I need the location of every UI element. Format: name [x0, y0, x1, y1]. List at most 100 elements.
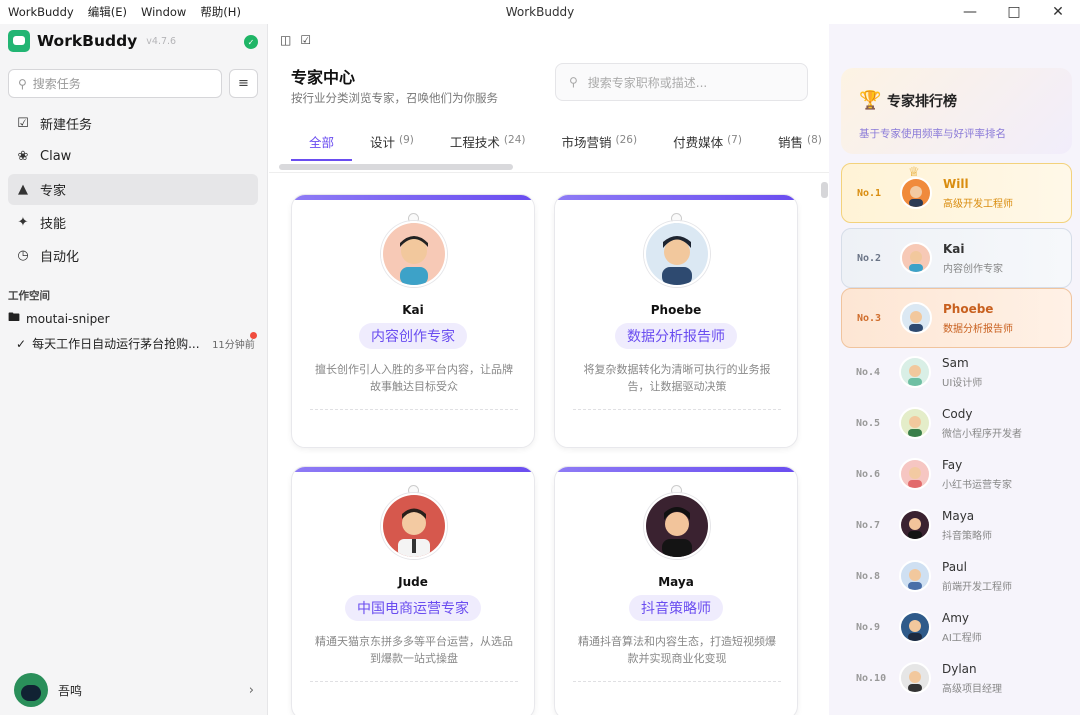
- workspace-folder[interactable]: 🖿 moutai-sniper: [8, 308, 110, 329]
- expert-role: 前端开发工程师: [942, 582, 1012, 593]
- brand: WorkBuddy v4.7.6: [8, 30, 176, 52]
- menu-help[interactable]: 帮助(H): [200, 4, 241, 20]
- avatar: [900, 302, 932, 334]
- connection-status-icon[interactable]: ✓: [244, 35, 258, 49]
- expert-role: 高级项目经理: [942, 684, 1002, 695]
- avatar: [899, 407, 931, 439]
- card-accent-bar: [292, 195, 534, 200]
- expert-name: Amy: [942, 611, 969, 625]
- version-label: v4.7.6: [146, 35, 177, 47]
- expert-role: 微信小程序开发者: [942, 429, 1022, 440]
- menu-window[interactable]: Window: [141, 5, 186, 19]
- top-toolbar: ◫ ☑: [280, 33, 311, 47]
- card-accent-bar: [292, 467, 534, 472]
- rank-number: No.4: [856, 367, 881, 378]
- expert-name: Dylan: [942, 662, 977, 676]
- expert-card[interactable]: Jude 中国电商运营专家 精通天猫京东拼多多等平台运营，从选品到爆款一站式操盘: [291, 466, 535, 715]
- card-accent-bar: [555, 467, 797, 472]
- tab-marketing[interactable]: 市场营销 (26): [543, 132, 655, 161]
- sidebar-item-label: 新建任务: [40, 118, 93, 133]
- tab-paid-media[interactable]: 付费媒体 (7): [655, 132, 760, 161]
- avatar: [381, 221, 447, 287]
- workspace-title: 工作空间: [8, 290, 50, 302]
- avatar: [644, 493, 710, 559]
- checkbox-icon: ☑: [17, 116, 29, 131]
- expert-role: UI设计师: [942, 378, 983, 389]
- menu-workbuddy[interactable]: WorkBuddy: [8, 5, 74, 19]
- expert-role-badge: 数据分析报告师: [615, 323, 737, 349]
- expert-role: 数据分析报告师: [943, 324, 1013, 335]
- brand-logo-icon: [8, 30, 30, 52]
- tab-all[interactable]: 全部: [291, 132, 353, 161]
- search-icon: ⚲: [18, 76, 27, 91]
- avatar: [900, 242, 932, 274]
- expert-role: 内容创作专家: [943, 264, 1003, 275]
- user-profile[interactable]: 吾鸣 ›: [14, 673, 254, 707]
- tab-scrollbar[interactable]: [279, 164, 513, 170]
- puzzle-icon: ✦: [17, 215, 29, 230]
- avatar: [381, 493, 447, 559]
- expert-name: Kai: [402, 303, 424, 317]
- expert-card[interactable]: Maya 抖音策略师 精通抖音算法和内容生态，打造短视频爆款并实现商业化变现: [554, 466, 798, 715]
- expert-role-badge: 抖音策略师: [629, 595, 723, 621]
- sidebar-item-skills[interactable]: ✦ 技能: [8, 207, 258, 238]
- sidebar-toggle-icon[interactable]: ◫: [280, 33, 291, 47]
- expert-card[interactable]: Kai 内容创作专家 擅长创作引人入胜的多平台内容，让品牌故事触达目标受众: [291, 194, 535, 448]
- tab-label: 工程技术: [449, 135, 500, 150]
- avatar: [900, 177, 932, 209]
- tab-label: 市场营销: [561, 135, 612, 150]
- expert-name: Fay: [942, 458, 963, 472]
- avatar: [644, 221, 710, 287]
- unread-dot: [250, 332, 257, 339]
- close-button[interactable]: ✕: [1036, 0, 1080, 24]
- page-title: 专家中心: [291, 68, 356, 87]
- expert-search-input[interactable]: ⚲ 搜索专家职称或描述...: [555, 63, 808, 101]
- filter-button[interactable]: ≡: [229, 69, 258, 98]
- expert-role: 小红书运营专家: [942, 480, 1012, 491]
- task-search-input[interactable]: ⚲ 搜索任务: [8, 69, 222, 98]
- maximize-button[interactable]: □: [992, 0, 1036, 24]
- ranking-row[interactable]: No.3 Phoebe 数据分析报告师: [841, 288, 1072, 348]
- title-bar: WorkBuddy 编辑(E) Window 帮助(H) WorkBuddy —…: [0, 0, 1080, 24]
- expert-card[interactable]: Phoebe 数据分析报告师 将复杂数据转化为清晰可执行的业务报告，让数据驱动决…: [554, 194, 798, 448]
- menu-edit[interactable]: 编辑(E): [88, 4, 127, 20]
- tab-engineering[interactable]: 工程技术 (24): [432, 132, 544, 161]
- expert-role: 高级开发工程师: [943, 199, 1013, 210]
- tab-design[interactable]: 设计 (9): [352, 132, 432, 161]
- rank-number: No.8: [856, 571, 881, 582]
- tab-sales[interactable]: 销售 (8): [760, 132, 840, 161]
- expert-name: Kai: [943, 242, 965, 256]
- minimize-button[interactable]: —: [948, 0, 992, 24]
- tab-label: 全部: [309, 135, 335, 150]
- sidebar-item-automation[interactable]: ◷ 自动化: [8, 240, 258, 271]
- sidebar-item-label: Claw: [40, 149, 72, 164]
- expert-description: 将复杂数据转化为清晰可执行的业务报告，让数据驱动决策: [583, 363, 771, 393]
- tab-count: (7): [727, 134, 742, 146]
- edit-checkbox-icon[interactable]: ☑: [300, 33, 311, 47]
- ranking-row[interactable]: No.1 ♕ Will 高级开发工程师: [841, 163, 1072, 223]
- sidebar-item-experts[interactable]: ▲ 专家: [8, 174, 258, 205]
- sidebar: WorkBuddy v4.7.6 ✓ ⚲ 搜索任务 ≡ ☑ 新建任务 ❀ Cla…: [0, 24, 268, 715]
- vertical-scrollbar[interactable]: [821, 182, 828, 198]
- rank-number: No.7: [856, 520, 881, 531]
- rank-number: No.1: [857, 188, 882, 199]
- ranking-row[interactable]: No.2 Kai 内容创作专家: [841, 228, 1072, 288]
- expert-role-badge: 中国电商运营专家: [345, 595, 481, 621]
- page-subtitle: 按行业分类浏览专家，召唤他们为你服务: [291, 91, 498, 105]
- ranking-row[interactable]: No.10 Dylan 高级项目经理: [841, 649, 1072, 709]
- window-controls: — □ ✕: [948, 0, 1080, 24]
- divider: [269, 172, 829, 173]
- task-item[interactable]: ✓ 每天工作日自动运行茅台抢购... 11分钟前: [16, 335, 260, 352]
- task-search-placeholder: 搜索任务: [32, 77, 81, 91]
- tab-count: (8): [806, 134, 822, 146]
- sidebar-item-claw[interactable]: ❀ Claw: [8, 141, 258, 172]
- sidebar-item-label: 自动化: [40, 250, 80, 265]
- chevron-right-icon: ›: [248, 682, 254, 698]
- expert-name: Cody: [942, 407, 973, 421]
- expert-description: 精通抖音算法和内容生态，打造短视频爆款并实现商业化变现: [578, 635, 776, 665]
- expert-role: AI工程师: [942, 633, 982, 644]
- sidebar-item-new-task[interactable]: ☑ 新建任务: [8, 108, 258, 139]
- sidebar-nav: ☑ 新建任务 ❀ Claw ▲ 专家 ✦ 技能 ◷ 自动化: [8, 108, 258, 273]
- rank-number: No.6: [856, 469, 881, 480]
- avatar: [899, 560, 931, 592]
